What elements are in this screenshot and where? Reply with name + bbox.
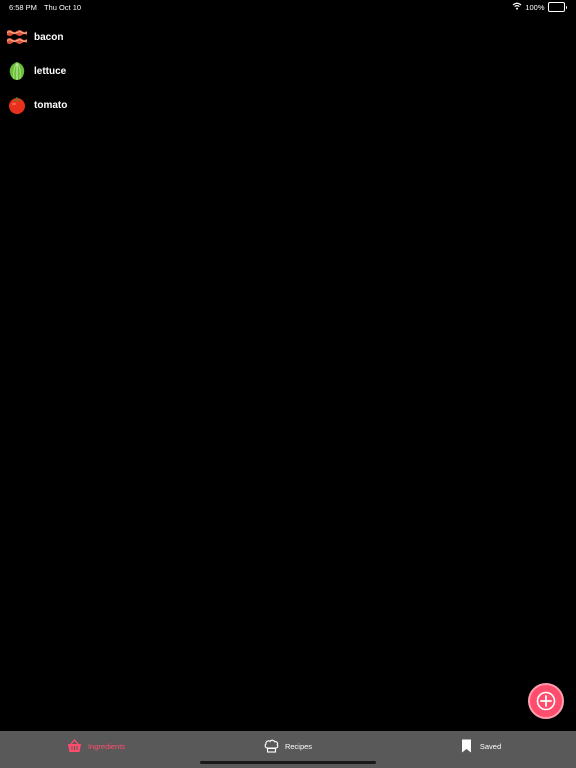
status-time: 6:58 PM bbox=[9, 3, 37, 12]
status-date: Thu Oct 10 bbox=[43, 3, 82, 12]
ingredient-label: bacon bbox=[34, 31, 64, 43]
tab-label: Ingredients bbox=[87, 741, 126, 751]
add-ingredient-button[interactable] bbox=[528, 683, 564, 719]
list-item[interactable]: lettuce bbox=[0, 54, 576, 88]
app-screen: 6:58 PM Thu Oct 10 100% bacon lettuce to… bbox=[0, 0, 576, 768]
bookmark-icon bbox=[459, 739, 474, 754]
wifi-icon bbox=[512, 2, 522, 12]
status-right: 100% bbox=[512, 2, 567, 12]
chef-hat-icon bbox=[264, 739, 279, 754]
status-left: 6:58 PM Thu Oct 10 bbox=[9, 3, 81, 12]
ingredient-label: tomato bbox=[34, 99, 68, 111]
tab-label: Saved bbox=[479, 741, 502, 751]
basket-icon bbox=[67, 739, 82, 754]
bacon-icon bbox=[7, 27, 27, 47]
list-item[interactable]: tomato bbox=[0, 88, 576, 122]
home-indicator[interactable] bbox=[200, 761, 376, 764]
plus-icon bbox=[536, 691, 556, 711]
lettuce-icon bbox=[7, 61, 27, 81]
ingredient-label: lettuce bbox=[34, 65, 67, 77]
ingredient-list: bacon lettuce tomato bbox=[0, 20, 576, 122]
battery-icon bbox=[547, 2, 567, 12]
tab-ingredients[interactable]: Ingredients bbox=[0, 731, 192, 768]
tomato-icon bbox=[7, 95, 27, 115]
battery-percent: 100% bbox=[525, 2, 545, 12]
list-item[interactable]: bacon bbox=[0, 20, 576, 54]
tab-saved[interactable]: Saved bbox=[384, 731, 576, 768]
tab-label: Recipes bbox=[284, 741, 313, 751]
status-bar: 6:58 PM Thu Oct 10 100% bbox=[0, 0, 576, 14]
